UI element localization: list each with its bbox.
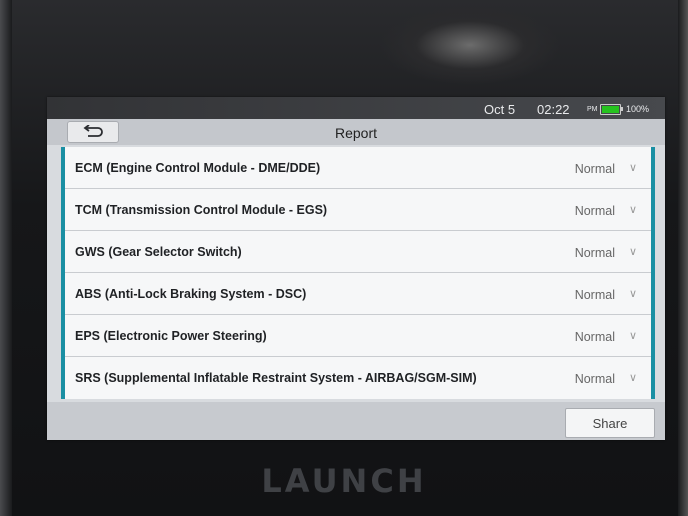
battery-tip [621,107,623,111]
system-status: Normal [574,204,615,218]
system-status: Normal [574,246,615,260]
page-title: Report [334,125,378,141]
chevron-down-icon[interactable]: ∨ [629,287,637,300]
title-bar: Report [47,119,665,145]
system-name: GWS (Gear Selector Switch) [75,245,242,259]
system-status: Normal [574,372,615,386]
system-status: Normal [574,162,615,176]
system-row[interactable]: ECM (Engine Control Module - DME/DDE) Nor… [65,147,651,189]
battery-level-fill [602,106,619,113]
chevron-down-icon[interactable]: ∨ [629,203,637,216]
system-name: ECM (Engine Control Module - DME/DDE) [75,161,321,175]
system-report-list: ECM (Engine Control Module - DME/DDE) Nor… [61,147,655,399]
chevron-down-icon[interactable]: ∨ [629,329,637,342]
share-button[interactable]: Share [565,408,655,438]
system-status: Normal [574,288,615,302]
battery-percent: 100% [626,104,650,114]
status-date: Oct 5 [484,102,516,117]
battery-icon [600,104,621,115]
system-row[interactable]: SRS (Supplemental Inflatable Restraint S… [65,357,651,399]
status-time: 02:22 [537,102,570,117]
system-row[interactable]: TCM (Transmission Control Module - EGS) N… [65,189,651,231]
system-name: TCM (Transmission Control Module - EGS) [75,203,328,217]
chevron-down-icon[interactable]: ∨ [629,245,637,258]
chevron-down-icon[interactable]: ∨ [629,371,637,384]
device-edge [678,0,688,516]
bottom-toolbar: Share [47,402,665,440]
system-name: ABS (Anti-Lock Braking System - DSC) [75,287,307,301]
tablet-screen: Oct 5 02:22 PM 100% Report ECM (Engine C… [47,97,665,440]
chevron-down-icon[interactable]: ∨ [629,161,637,174]
system-status: Normal [574,330,615,344]
system-name: SRS (Supplemental Inflatable Restraint S… [75,371,477,385]
system-row[interactable]: GWS (Gear Selector Switch) Normal ∨ [65,231,651,273]
device-edge [0,0,12,516]
status-ampm: PM [587,106,598,113]
system-name: EPS (Electronic Power Steering) [75,329,267,343]
system-row[interactable]: EPS (Electronic Power Steering) Normal ∨ [65,315,651,357]
system-row[interactable]: ABS (Anti-Lock Braking System - DSC) Norm… [65,273,651,315]
status-bar: Oct 5 02:22 PM 100% [47,97,665,119]
brand-logo: LAUNCH [261,462,427,500]
